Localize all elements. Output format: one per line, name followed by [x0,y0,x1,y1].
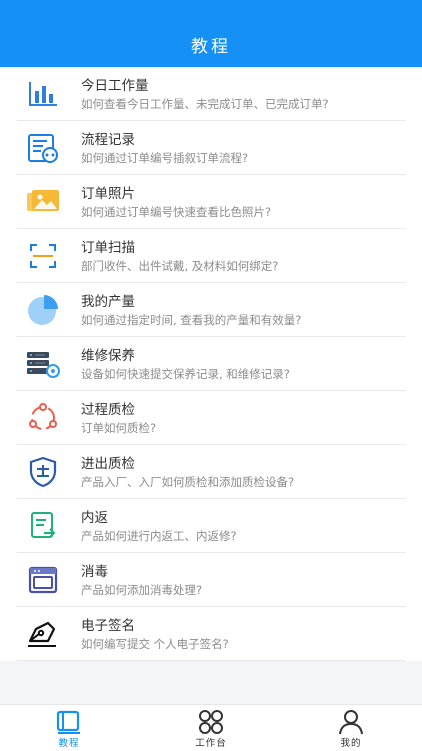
item-desc: 产品如何添加消毒处理? [81,583,203,597]
list-item-daily-workload[interactable]: 今日工作量 如何查看今日工作量、未完成订单、已完成订单? [0,67,422,121]
app-header: 教程 [0,0,422,67]
item-title: 过程质检 [81,402,135,418]
pie-chart-icon [24,292,62,328]
disinfect-oven-icon [24,562,62,598]
item-title: 电子签名 [81,618,135,634]
item-title: 内返 [81,510,108,526]
item-title: 进出质检 [81,456,135,472]
item-title: 今日工作量 [81,78,149,94]
item-desc: 如何通过订单编号插叙订单流程? [81,151,249,165]
list-item-internal-return[interactable]: 内返 产品如何进行内返工、内返修? [0,499,422,553]
tab-workbench[interactable]: 工作台 [171,705,251,751]
item-desc: 如何编写提交 个人电子签名? [81,637,229,651]
bottom-tab-bar: 教程 工作台 我的 [0,704,422,751]
item-desc: 产品如何进行内返工、内返修? [81,529,237,543]
tab-mine[interactable]: 我的 [311,705,391,751]
tab-label: 教程 [58,738,80,749]
cycle-icon [24,400,62,436]
page-title: 教程 [191,37,231,57]
item-title: 消毒 [81,564,108,580]
item-desc: 如何通过订单编号快速查看比色照片? [81,205,272,219]
book-icon [55,709,83,735]
pen-signature-icon [24,616,62,652]
list-item-my-output[interactable]: 我的产量 如何通过指定时间, 查看我的产量和有效量? [0,283,422,337]
tutorial-list: 今日工作量 如何查看今日工作量、未完成订单、已完成订单? 流程记录 如何通过订单… [0,67,422,661]
item-title: 订单照片 [81,186,135,202]
list-item-maintenance[interactable]: 维修保养 设备如何快速提交保养记录, 和维修记录? [0,337,422,391]
list-item-process-record[interactable]: 流程记录 如何通过订单编号插叙订单流程? [0,121,422,175]
process-record-icon [24,130,62,166]
scan-icon [24,238,62,274]
photo-icon [24,184,62,220]
item-title: 订单扫描 [81,240,135,256]
list-item-inout-inspection[interactable]: 进出质检 产品入厂、入厂如何质检和添加质检设备? [0,445,422,499]
bar-chart-icon [24,76,62,112]
item-title: 维修保养 [81,348,135,364]
return-document-icon [24,508,62,544]
item-title: 流程记录 [81,132,135,148]
list-item-process-inspection[interactable]: 过程质检 订单如何质检? [0,391,422,445]
server-maintenance-icon [24,346,62,382]
tab-tutorial[interactable]: 教程 [29,705,109,751]
inspection-shield-icon [24,454,62,490]
item-desc: 如何查看今日工作量、未完成订单、已完成订单? [81,97,329,111]
item-desc: 如何通过指定时间, 查看我的产量和有效量? [81,313,302,327]
tab-label: 工作台 [195,738,227,749]
grid-workbench-icon [197,709,225,735]
item-desc: 设备如何快速提交保养记录, 和维修记录? [81,367,290,381]
tab-label: 我的 [340,738,362,749]
item-title: 我的产量 [81,294,135,310]
list-item-e-signature[interactable]: 电子签名 如何编写提交 个人电子签名? [0,607,422,661]
item-desc: 部门收件、出件试戴, 及材料如何绑定? [81,259,279,273]
list-item-disinfection[interactable]: 消毒 产品如何添加消毒处理? [0,553,422,607]
list-item-order-scan[interactable]: 订单扫描 部门收件、出件试戴, 及材料如何绑定? [0,229,422,283]
user-icon [337,709,365,735]
item-desc: 产品入厂、入厂如何质检和添加质检设备? [81,475,295,489]
item-desc: 订单如何质检? [81,421,157,435]
list-item-order-photo[interactable]: 订单照片 如何通过订单编号快速查看比色照片? [0,175,422,229]
